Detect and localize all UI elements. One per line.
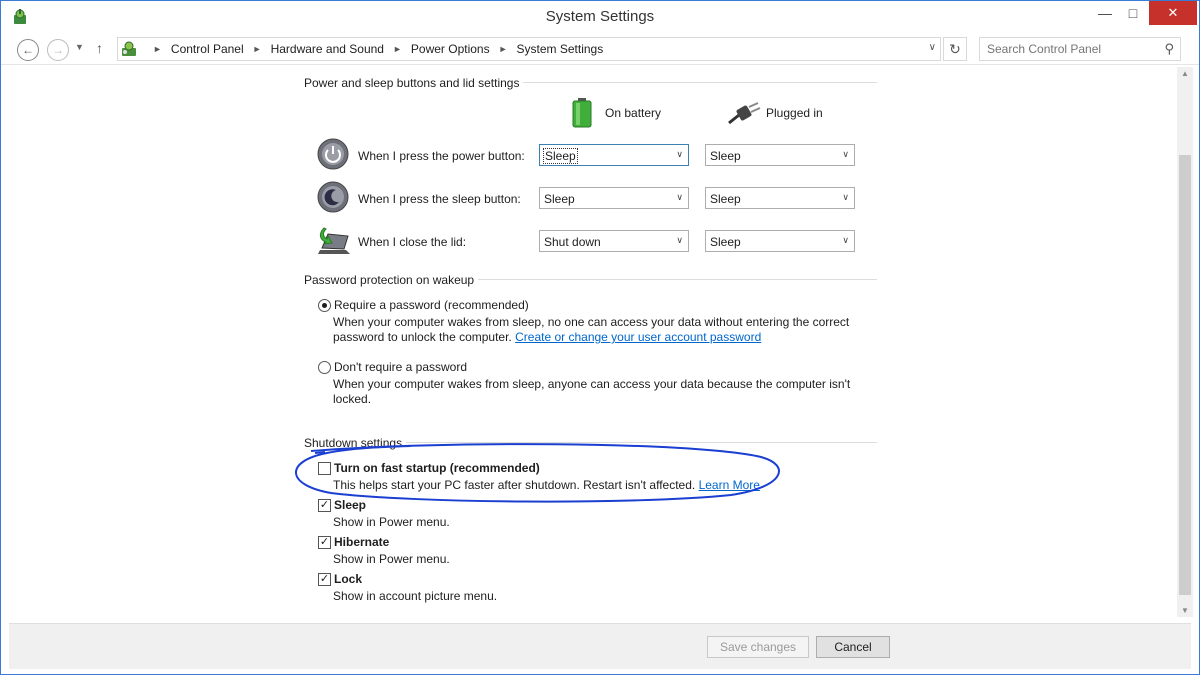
select-value: Sleep	[543, 148, 578, 164]
hand-drawn-annotation-ellipse	[295, 443, 780, 503]
search-icon[interactable]: ⚲	[1164, 41, 1174, 57]
chevron-right-icon[interactable]: ►	[253, 44, 262, 54]
description-line: locked.	[333, 392, 372, 406]
footer-bar: Save changes Cancel	[9, 623, 1191, 669]
lock-description: Show in account picture menu.	[333, 589, 498, 603]
power-button-plugged-in-select[interactable]: Sleep ∨	[705, 144, 855, 166]
section-title-password: Password protection on wakeup	[304, 273, 475, 287]
close-button[interactable]: ✕	[1149, 1, 1197, 25]
refresh-icon: ↻	[949, 40, 961, 57]
up-button[interactable]: ↑	[96, 40, 103, 56]
maximize-button[interactable]: □	[1119, 1, 1147, 25]
cancel-button[interactable]: Cancel	[816, 636, 890, 658]
require-password-label[interactable]: Require a password (recommended)	[334, 298, 529, 312]
lock-checkbox[interactable]: ✓	[318, 573, 331, 586]
sleep-label[interactable]: Sleep	[334, 498, 366, 512]
chevron-down-icon[interactable]: ∨	[929, 42, 936, 53]
breadcrumb-system-settings[interactable]: System Settings	[517, 42, 604, 56]
vertical-scrollbar[interactable]: ▲ ▼	[1177, 67, 1193, 617]
power-plug-icon	[728, 102, 761, 125]
chevron-right-icon[interactable]: ►	[499, 44, 508, 54]
description-line: When your computer wakes from sleep, any…	[333, 377, 851, 391]
sleep-button-icon	[317, 181, 349, 213]
chevron-right-icon: ►	[153, 44, 162, 54]
breadcrumb-power-options[interactable]: Power Options	[411, 42, 490, 56]
lid-close-label: When I close the lid:	[358, 235, 467, 249]
power-button-icon	[317, 138, 349, 170]
require-password-description: When your computer wakes from sleep, no …	[333, 315, 873, 345]
require-password-radio[interactable]	[318, 299, 331, 312]
column-header-on-battery: On battery	[605, 106, 662, 120]
back-button[interactable]: ←	[17, 39, 39, 61]
change-password-link[interactable]: Create or change your user account passw…	[515, 330, 761, 344]
address-bar[interactable]: ► Control Panel ► Hardware and Sound ► P…	[117, 37, 941, 61]
select-value: Sleep	[710, 149, 741, 163]
select-value: Sleep	[710, 192, 741, 206]
chevron-down-icon: ∨	[676, 192, 683, 202]
section-divider	[478, 279, 877, 280]
description-line: password to unlock the computer. Create …	[333, 330, 873, 345]
hibernate-description: Show in Power menu.	[333, 552, 450, 566]
sleep-button-label: When I press the sleep button:	[358, 192, 521, 206]
arrow-right-icon: →	[52, 43, 64, 57]
lid-close-plugged-in-select[interactable]: Sleep ∨	[705, 230, 855, 252]
chevron-right-icon[interactable]: ►	[393, 44, 402, 54]
select-value: Shut down	[544, 235, 601, 249]
search-input[interactable]	[980, 38, 1160, 60]
title-bar[interactable]: System Settings — □ ✕	[1, 1, 1199, 33]
breadcrumb-control-panel[interactable]: Control Panel	[171, 42, 244, 56]
section-divider	[523, 82, 877, 83]
refresh-button[interactable]: ↻	[943, 37, 967, 61]
scroll-up-icon[interactable]: ▲	[1181, 69, 1189, 78]
sleep-button-plugged-in-select[interactable]: Sleep ∨	[705, 187, 855, 209]
sleep-button-on-battery-select[interactable]: Sleep ∨	[539, 187, 689, 209]
section-title-buttons: Power and sleep buttons and lid settings	[304, 76, 520, 90]
select-value: Sleep	[710, 235, 741, 249]
forward-button[interactable]: →	[47, 39, 69, 61]
control-panel-icon	[122, 41, 136, 56]
window-title: System Settings	[545, 8, 655, 25]
scrollbar-thumb[interactable]	[1179, 155, 1191, 595]
scroll-down-icon[interactable]: ▼	[1181, 606, 1189, 615]
window: System Settings — □ ✕ ← → ▼ ↑ ► Control …	[0, 0, 1200, 675]
laptop-lid-icon	[318, 227, 350, 254]
sleep-description: Show in Power menu.	[333, 515, 450, 529]
no-password-description: When your computer wakes from sleep, any…	[333, 377, 873, 407]
sleep-checkbox[interactable]: ✓	[318, 499, 331, 512]
battery-icon	[572, 98, 592, 128]
hibernate-label[interactable]: Hibernate	[334, 535, 389, 549]
chevron-down-icon: ∨	[842, 192, 849, 202]
minimize-button[interactable]: —	[1091, 1, 1119, 25]
description-line: When your computer wakes from sleep, no …	[333, 315, 850, 329]
search-box[interactable]: ⚲	[979, 37, 1181, 61]
arrow-left-icon: ←	[22, 43, 34, 57]
chevron-down-icon: ∨	[676, 235, 683, 245]
column-header-plugged-in: Plugged in	[766, 106, 823, 120]
description-text: password to unlock the computer.	[333, 330, 512, 344]
select-value: Sleep	[544, 192, 575, 206]
save-changes-button[interactable]: Save changes	[707, 636, 809, 658]
breadcrumb-hardware-and-sound[interactable]: Hardware and Sound	[271, 42, 384, 56]
no-password-radio[interactable]	[318, 361, 331, 374]
arrow-up-icon: ↑	[96, 40, 103, 56]
chevron-down-icon: ∨	[842, 235, 849, 245]
hibernate-checkbox[interactable]: ✓	[318, 536, 331, 549]
chevron-down-icon: ∨	[676, 149, 683, 159]
recent-locations-dropdown[interactable]: ▼	[75, 42, 84, 52]
lid-close-on-battery-select[interactable]: Shut down ∨	[539, 230, 689, 252]
no-password-label[interactable]: Don't require a password	[334, 360, 467, 374]
lock-label[interactable]: Lock	[334, 572, 362, 586]
navigation-bar: ← → ▼ ↑ ► Control Panel ► Hardware and S…	[1, 33, 1199, 65]
power-button-on-battery-select[interactable]: Sleep ∨	[539, 144, 689, 166]
power-button-label: When I press the power button:	[358, 149, 525, 163]
chevron-down-icon: ∨	[842, 149, 849, 159]
